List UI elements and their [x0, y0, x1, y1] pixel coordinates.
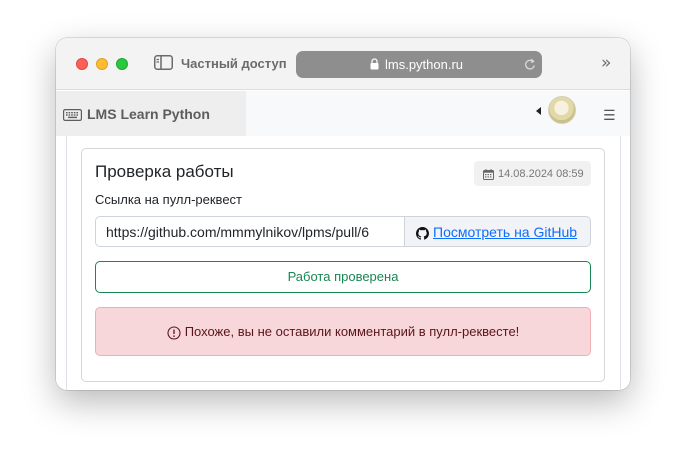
minimize-window-button[interactable]	[96, 58, 108, 70]
browser-window: Частный доступ lms.python.ru » LMS Learn…	[56, 38, 630, 390]
exclamation-circle-icon	[167, 325, 181, 340]
work-checked-button[interactable]: Работа проверена	[95, 261, 591, 293]
review-card: Проверка работы 14.08.2024 08:59 Ссылка …	[81, 148, 605, 382]
outer-card-border	[66, 136, 67, 390]
chevron-double-right-icon[interactable]: »	[601, 53, 611, 73]
url-text: lms.python.ru	[385, 57, 464, 72]
browser-titlebar: Частный доступ lms.python.ru »	[56, 38, 630, 90]
pull-request-input-group: Посмотреть на GitHub	[95, 216, 591, 247]
user-avatar[interactable]	[548, 96, 576, 124]
date-badge: 14.08.2024 08:59	[474, 161, 591, 186]
pull-request-url-input[interactable]	[95, 216, 405, 247]
caret-left-icon[interactable]	[536, 107, 541, 115]
alert-message: Похоже, вы не оставили комментарий в пул…	[184, 324, 520, 339]
brand-title: LMS Learn Python	[87, 106, 210, 122]
keyboard-icon	[63, 109, 82, 121]
site-navbar: LMS Learn Python ☰	[56, 91, 630, 136]
hamburger-menu-icon[interactable]: ☰	[603, 108, 616, 124]
submission-date: 14.08.2024 08:59	[498, 168, 584, 180]
outer-card-border	[620, 136, 621, 390]
page-content: Проверка работы 14.08.2024 08:59 Ссылка …	[56, 136, 630, 390]
calendar-icon	[483, 169, 494, 180]
close-window-button[interactable]	[76, 58, 88, 70]
missing-comment-alert: Похоже, вы не оставили комментарий в пул…	[95, 307, 591, 356]
brand-link[interactable]: LMS Learn Python	[56, 91, 246, 136]
lock-icon	[370, 58, 379, 70]
pull-request-label: Ссылка на пулл-реквест	[95, 192, 242, 207]
address-bar[interactable]: lms.python.ru	[296, 51, 542, 78]
reload-icon[interactable]	[524, 58, 536, 71]
private-browsing-label: Частный доступ	[181, 56, 287, 71]
zoom-window-button[interactable]	[116, 58, 128, 70]
card-title: Проверка работы	[95, 162, 234, 181]
github-icon	[416, 227, 429, 240]
sidebar-toggle-icon[interactable]	[154, 55, 173, 70]
github-link-addon[interactable]: Посмотреть на GitHub	[404, 216, 591, 247]
view-on-github-link[interactable]: Посмотреть на GitHub	[433, 224, 577, 240]
